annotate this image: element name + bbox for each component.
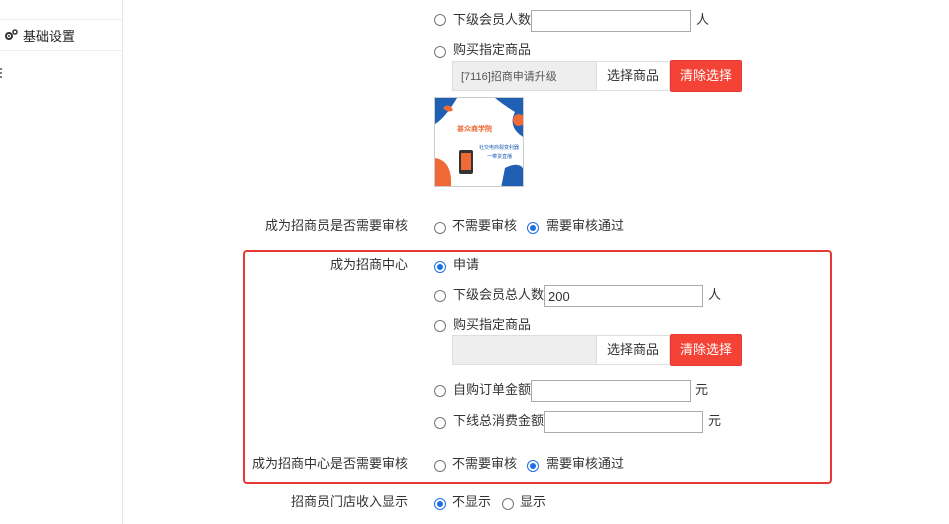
center-self-order-unit: 元 [695,382,709,397]
store-income-label: 招商员门店收入显示 [290,494,408,509]
center-audit-label: 成为招商中心是否需要审核 [251,456,408,471]
recruiter-audit-no-radio[interactable] [434,222,446,234]
sub-member-count-radio[interactable] [434,14,446,26]
center-apply-radio[interactable] [434,261,446,273]
center-downline-spend-radio[interactable] [434,417,446,429]
center-downline-spend-label: 下线总消费金额 [453,413,545,428]
sub-member-count-label: 下级会员人数 [453,12,532,27]
store-income-show-label: 显示 [520,494,547,509]
center-audit-no-radio[interactable] [434,460,446,472]
thumbnail-title: 甚众商学院 [457,126,492,133]
center-sub-total-input[interactable] [544,285,703,307]
center-settings-highlight [243,250,832,484]
recruiter-audit-no-label: 不需要审核 [452,218,518,233]
center-sub-total-unit: 人 [708,287,722,302]
goods-thumbnail: 甚众商学院 社交电商裂变利器 一带货直播 [434,97,524,187]
store-income-show-radio[interactable] [502,498,514,510]
center-downline-spend-input[interactable] [544,411,703,433]
sidebar: 基础设置 [0,0,123,524]
selected-goods-field: [7116]招商申请升级 [452,61,597,91]
sub-member-count-unit: 人 [696,12,710,27]
sidebar-item-label: 基础设置 [23,28,76,44]
recruiter-audit-yes-radio[interactable] [527,222,539,234]
recruiter-audit-label: 成为招商员是否需要审核 [264,218,408,233]
center-audit-no-label: 不需要审核 [452,456,518,471]
select-goods-button[interactable]: 选择商品 [596,61,670,91]
center-label: 成为招商中心 [329,257,408,272]
sidebar-item-basic-settings[interactable]: 基础设置 [0,19,122,51]
center-sub-total-radio[interactable] [434,290,446,302]
center-downline-spend-unit: 元 [708,413,722,428]
center-self-order-input[interactable] [531,380,691,402]
recruiter-audit-yes-label: 需要审核通过 [546,218,625,233]
center-clear-selection-button[interactable]: 清除选择 [670,334,742,366]
goods-thumbnail-art [435,98,523,186]
center-select-goods-button[interactable]: 选择商品 [596,335,670,365]
sidebar-resize-handle[interactable] [0,66,3,80]
thumbnail-line1: 社交电商裂变利器 [479,145,520,151]
clear-selection-button[interactable]: 清除选择 [670,60,742,92]
sub-member-count-input[interactable] [531,10,691,32]
center-audit-yes-label: 需要审核通过 [546,456,625,471]
center-audit-yes-radio[interactable] [527,460,539,472]
center-buy-goods-radio[interactable] [434,320,446,332]
store-income-hide-label: 不显示 [452,494,492,509]
buy-goods-label: 购买指定商品 [453,42,532,57]
center-self-order-label: 自购订单金额 [453,382,532,397]
center-apply-label: 申请 [453,257,480,272]
center-self-order-radio[interactable] [434,385,446,397]
center-selected-goods-field [452,335,597,365]
center-sub-total-label: 下级会员总人数 [453,287,545,302]
gears-icon [4,28,18,42]
thumbnail-line2: 一带货直播 [487,154,513,160]
store-income-hide-radio[interactable] [434,498,446,510]
buy-goods-radio[interactable] [434,46,446,58]
center-buy-goods-label: 购买指定商品 [453,317,532,332]
